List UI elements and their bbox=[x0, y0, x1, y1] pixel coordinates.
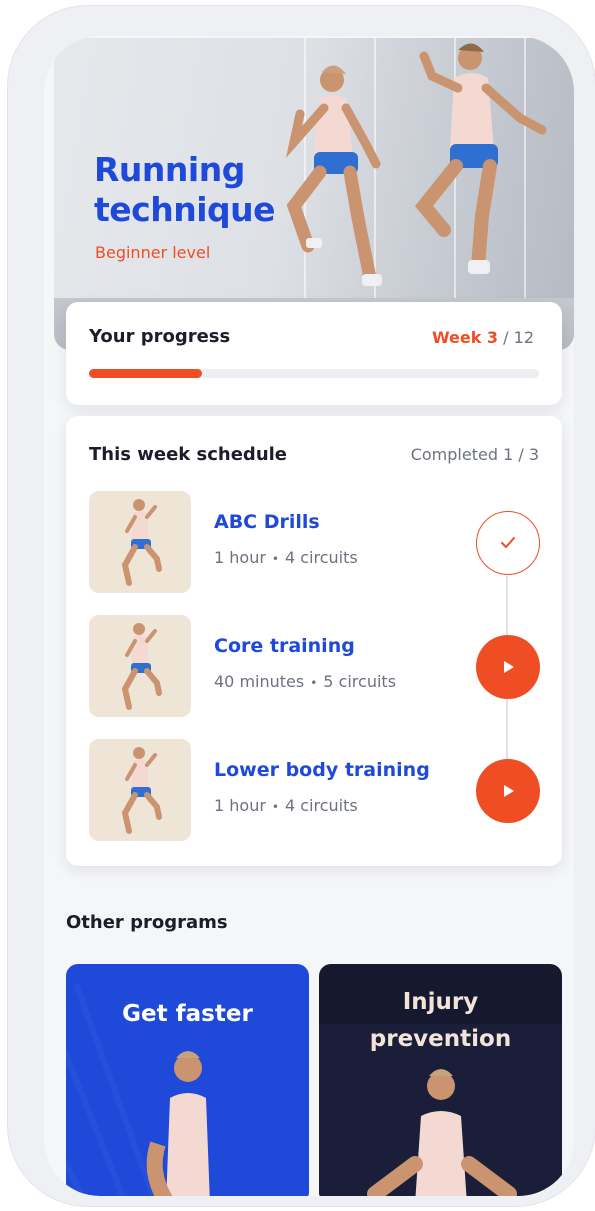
program-title: Running technique bbox=[94, 150, 276, 229]
schedule-item[interactable]: ABC Drills 1 hour • 4 circuits bbox=[89, 491, 541, 593]
workout-name: Core training bbox=[214, 635, 355, 657]
program-card-injury-prevention[interactable]: Injury prevention bbox=[319, 964, 562, 1196]
progress-week: Week 3 / 12 bbox=[432, 328, 534, 347]
workout-name: ABC Drills bbox=[214, 511, 320, 533]
progress-bar bbox=[89, 369, 539, 378]
other-programs-title: Other programs bbox=[66, 912, 228, 933]
current-week: Week 3 bbox=[431, 328, 499, 347]
schedule-item[interactable]: Lower body training 1 hour • 4 circuits bbox=[89, 739, 541, 841]
play-button[interactable] bbox=[476, 759, 540, 823]
workout-thumbnail bbox=[89, 739, 191, 841]
check-icon bbox=[501, 537, 515, 548]
play-button[interactable] bbox=[476, 635, 540, 699]
workout-thumbnail bbox=[89, 615, 191, 717]
workout-circuits: 4 circuits bbox=[285, 796, 358, 815]
phone-frame: Running technique Beginner level Your pr… bbox=[8, 6, 595, 1206]
progress-bar-fill bbox=[89, 369, 202, 378]
workout-meta: 1 hour • 4 circuits bbox=[214, 548, 358, 567]
app-screen: Running technique Beginner level Your pr… bbox=[44, 36, 574, 1196]
workout-circuits: 5 circuits bbox=[323, 672, 397, 691]
workout-thumbnail bbox=[89, 491, 191, 593]
play-icon bbox=[504, 785, 514, 797]
workout-duration: 1 hour bbox=[214, 548, 266, 567]
total-weeks: / 12 bbox=[503, 328, 534, 347]
schedule-title: This week schedule bbox=[89, 444, 288, 465]
workout-circuits: 4 circuits bbox=[285, 548, 358, 567]
program-card-title: Get faster bbox=[122, 1001, 253, 1027]
completed-button[interactable] bbox=[476, 511, 540, 575]
progress-title: Your progress bbox=[89, 326, 231, 347]
schedule-completed-count: Completed 1 / 3 bbox=[410, 445, 539, 464]
schedule-item[interactable]: Core training 40 minutes • 5 circuits bbox=[89, 615, 541, 717]
progress-card: Your progress Week 3 / 12 bbox=[66, 302, 562, 405]
workout-name: Lower body training bbox=[214, 759, 430, 781]
workout-duration: 1 hour bbox=[214, 796, 266, 815]
workout-meta: 40 minutes • 5 circuits bbox=[214, 672, 397, 691]
program-card-get-faster[interactable]: Get faster bbox=[66, 964, 309, 1196]
schedule-card: This week schedule Completed 1 / 3 ABC D… bbox=[66, 416, 562, 866]
workout-duration: 40 minutes bbox=[214, 672, 305, 691]
workout-meta: 1 hour • 4 circuits bbox=[214, 796, 358, 815]
program-level: Beginner level bbox=[95, 243, 211, 262]
program-card-title: Injury prevention bbox=[369, 989, 512, 1052]
play-icon bbox=[504, 661, 514, 673]
